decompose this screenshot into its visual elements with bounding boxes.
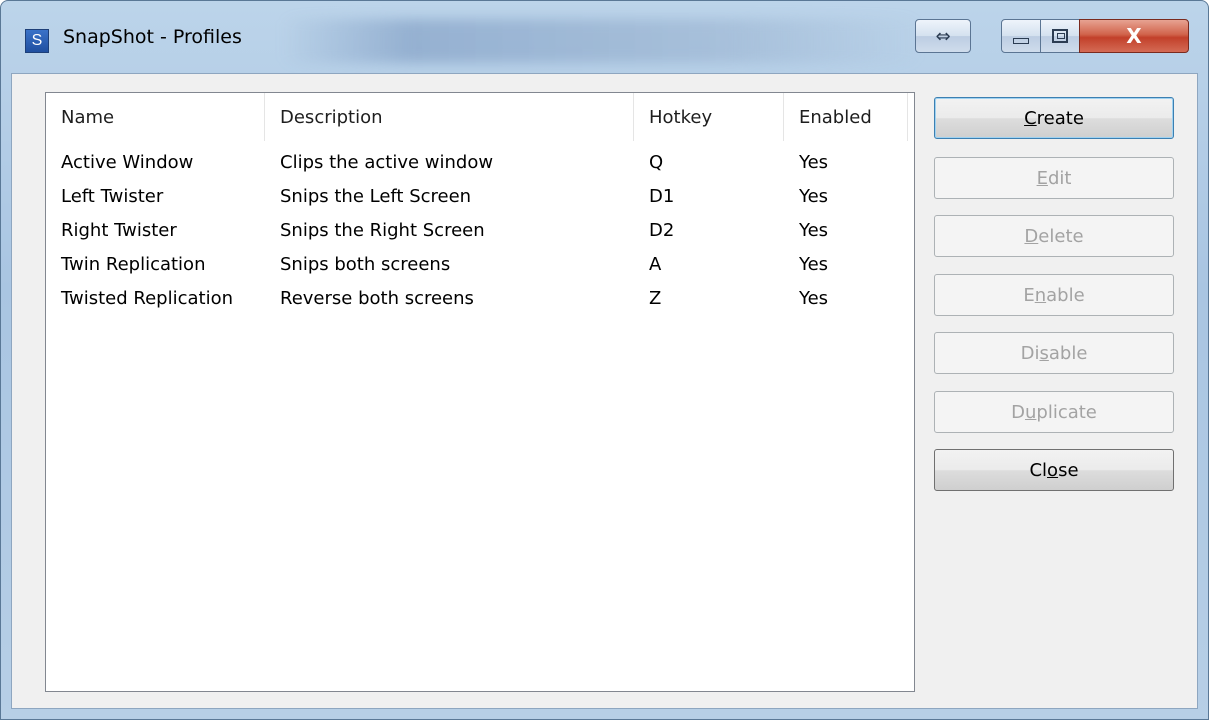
duplicate-button[interactable]: Duplicate [934,391,1174,433]
profile-enabled: Yes [799,151,829,173]
duplicate-button-label: Duplicate [1011,401,1097,423]
resize-button[interactable]: ⇔ [915,19,971,53]
delete-button-label: Delete [1024,225,1084,247]
profile-description: Snips the Right Screen [280,219,485,241]
list-header: Name Description Hotkey Enabled [46,93,914,141]
profile-description: Clips the active window [280,151,494,173]
profile-name: Right Twister [61,219,177,241]
delete-button[interactable]: Delete [934,215,1174,257]
window-title: SnapShot - Profiles [63,26,242,48]
disable-button-label: Disable [1020,342,1088,364]
profile-hotkey: Z [649,287,662,309]
disable-button[interactable]: Disable [934,332,1174,374]
profile-enabled: Yes [799,287,829,309]
profile-hotkey: Q [649,151,664,173]
close-button[interactable]: Close [934,449,1174,491]
list-item[interactable]: Twin Replication Snips both screens A Ye… [46,247,914,281]
list-item[interactable]: Active Window Clips the active window Q … [46,145,914,179]
dialog-client-area: Name Description Hotkey Enabled Active W… [11,73,1198,709]
profile-description: Reverse both screens [280,287,474,309]
list-item[interactable]: Twisted Replication Reverse both screens… [46,281,914,315]
list-rows: Active Window Clips the active window Q … [46,145,914,315]
list-item[interactable]: Left Twister Snips the Left Screen D1 Ye… [46,179,914,213]
edit-button[interactable]: Edit [934,157,1174,199]
column-header-hotkey[interactable]: Hotkey [634,93,784,141]
list-item[interactable]: Right Twister Snips the Right Screen D2 … [46,213,914,247]
maximize-icon [1052,29,1068,43]
close-icon: X [1126,24,1142,48]
title-bar[interactable]: S SnapShot - Profiles ⇔ X [1,1,1208,71]
column-header-name[interactable]: Name [46,93,265,141]
close-button-label: Close [1029,459,1079,481]
background-window-blur [281,19,921,63]
profile-hotkey: D1 [649,185,675,207]
maximize-button[interactable] [1040,19,1080,53]
profile-name: Twisted Replication [61,287,234,309]
close-window-button[interactable]: X [1079,19,1189,53]
create-button[interactable]: Create [934,97,1174,139]
enable-button[interactable]: Enable [934,274,1174,316]
profile-enabled: Yes [799,219,829,241]
profile-name: Twin Replication [61,253,206,275]
profile-hotkey: D2 [649,219,675,241]
profile-hotkey: A [649,253,662,275]
profile-enabled: Yes [799,253,829,275]
enable-button-label: Enable [1023,284,1085,306]
minimize-icon [1013,38,1029,44]
profile-description: Snips the Left Screen [280,185,472,207]
edit-button-label: Edit [1036,167,1072,189]
create-button-label: Create [1024,107,1084,129]
profiles-list[interactable]: Name Description Hotkey Enabled Active W… [45,92,915,692]
profile-name: Active Window [61,151,194,173]
profiles-window: S SnapShot - Profiles ⇔ X Name Descripti… [0,0,1209,720]
column-header-description[interactable]: Description [265,93,634,141]
column-header-enabled[interactable]: Enabled [784,93,908,141]
minimize-button[interactable] [1001,19,1041,53]
double-arrow-icon: ⇔ [935,25,951,47]
profile-description: Snips both screens [280,253,451,275]
profile-enabled: Yes [799,185,829,207]
app-icon[interactable]: S [25,29,49,53]
profile-name: Left Twister [61,185,164,207]
